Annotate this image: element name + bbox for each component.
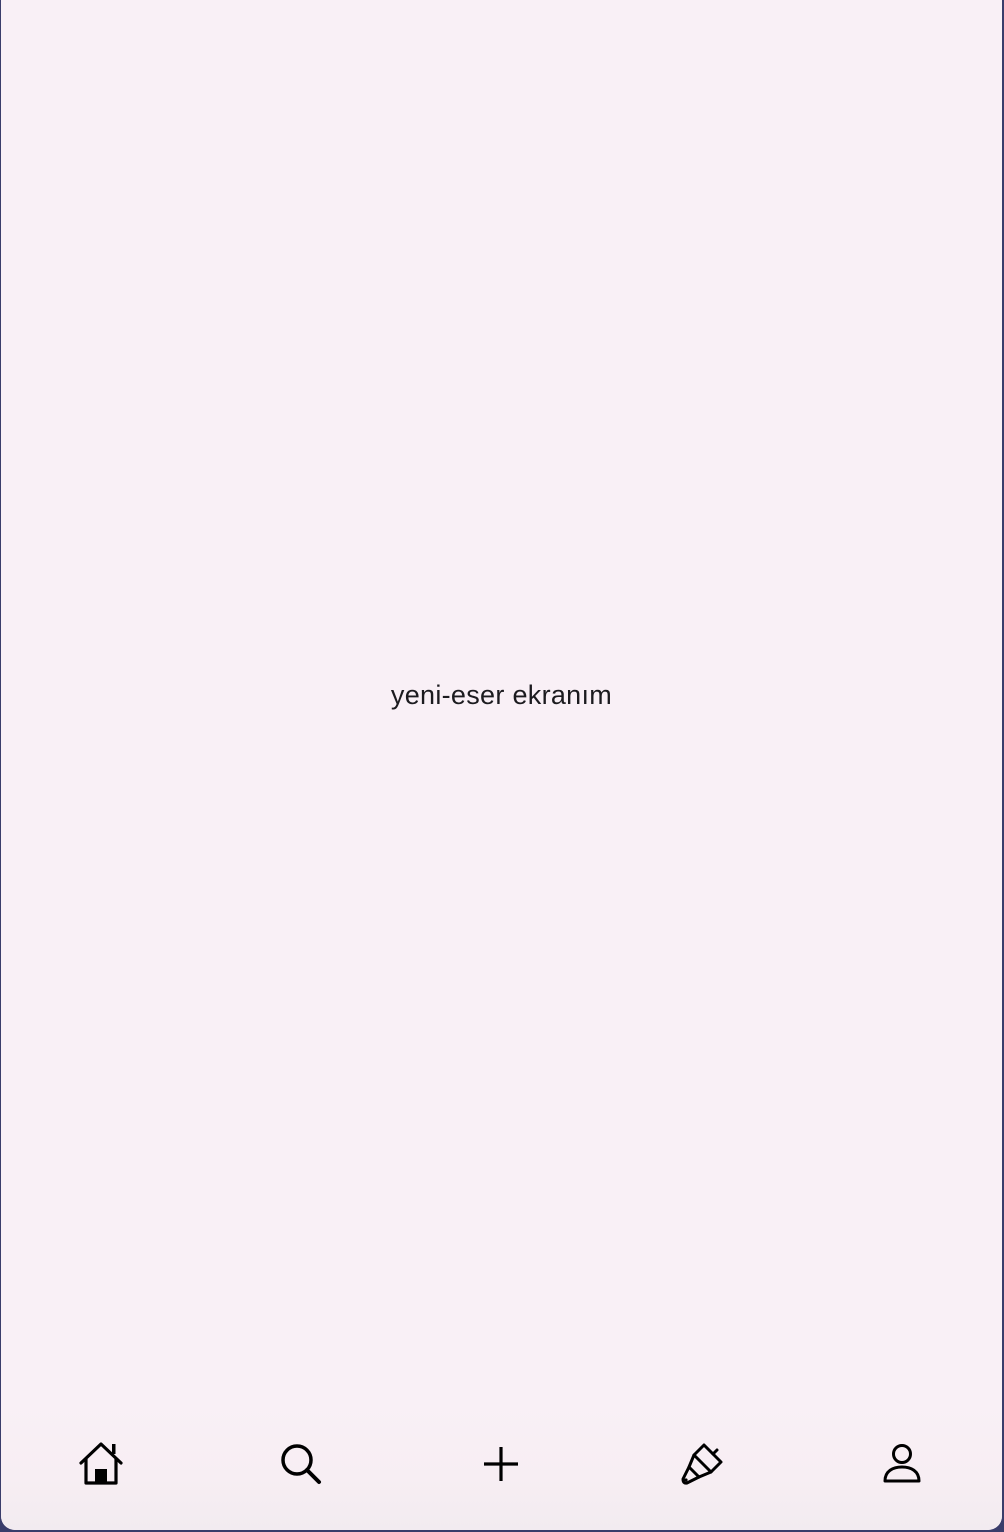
nav-home-button[interactable] (61, 1424, 141, 1504)
paintbrush-icon (681, 1443, 723, 1485)
search-icon (281, 1444, 322, 1484)
app-window: yeni-eser ekranım (1, 0, 1002, 1530)
user-icon (883, 1444, 921, 1483)
home-icon (79, 1442, 123, 1485)
nav-add-button[interactable] (461, 1424, 541, 1504)
bottom-navigation-bar (1, 1400, 1002, 1530)
screen-placeholder-text: yeni-eser ekranım (390, 679, 613, 710)
nav-profile-button[interactable] (862, 1424, 942, 1504)
nav-artwork-button[interactable] (662, 1424, 742, 1504)
screen-body: yeni-eser ekranım (1, 0, 1002, 1400)
plus-icon (484, 1447, 519, 1481)
nav-search-button[interactable] (261, 1424, 341, 1504)
